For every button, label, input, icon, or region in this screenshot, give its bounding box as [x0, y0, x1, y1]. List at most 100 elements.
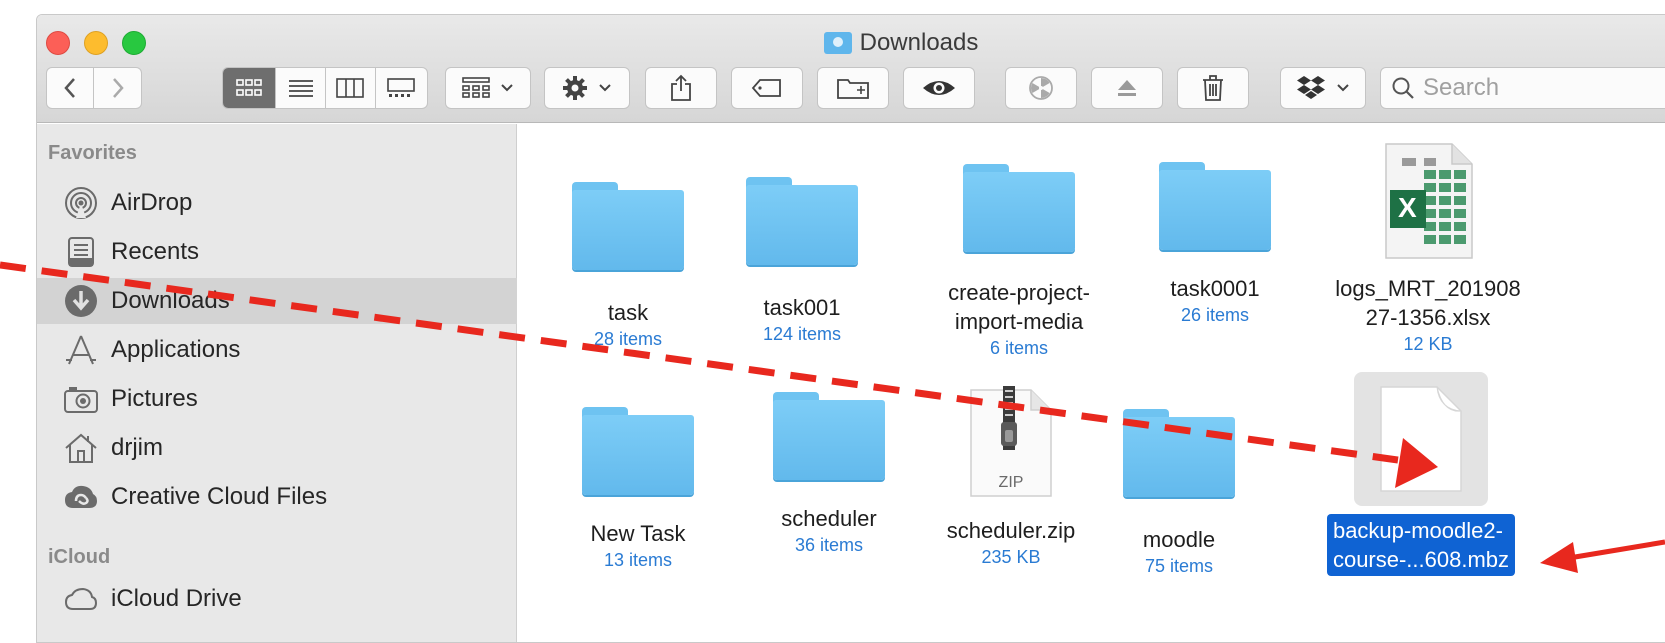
gear-icon [563, 76, 587, 100]
downloads-folder-icon [823, 32, 852, 54]
file-meta: 75 items [1144, 556, 1214, 576]
burn-button[interactable] [1005, 67, 1077, 109]
gallery-view-icon [387, 78, 416, 97]
sidebar-item-label: drjim [111, 434, 163, 461]
pictures-icon [63, 381, 99, 417]
excel-file-icon: X [1382, 142, 1474, 260]
file-name: moodle [1142, 527, 1216, 552]
file-name-selection: backup-moodle2- course-...608.mbz [1316, 514, 1526, 576]
file-item-task0001[interactable]: task0001 26 items [1115, 162, 1315, 327]
file-name: task001 [763, 295, 841, 320]
tag-button[interactable] [731, 67, 803, 109]
action-menu-button[interactable] [544, 67, 630, 109]
group-by-button[interactable] [445, 67, 531, 109]
sidebar: Favorites AirDrop Recents Downloads Appl… [37, 124, 517, 642]
folder-icon [773, 392, 885, 480]
window-title: Downloads [37, 29, 1665, 61]
selected-icon-highlight [1354, 372, 1488, 506]
search-field[interactable] [1380, 67, 1665, 109]
zip-file-icon: ZIP [967, 386, 1055, 498]
dropbox-button[interactable] [1280, 67, 1366, 109]
folder-icon [582, 407, 694, 495]
file-item-create-project-import-media[interactable]: create-project- import-media 6 items [919, 164, 1119, 360]
chevron-right-icon [112, 78, 124, 98]
sidebar-item-label: Pictures [111, 385, 198, 412]
list-view-icon [288, 80, 313, 97]
file-name-line-1: create-project- [948, 280, 1090, 305]
folder-icon [572, 182, 684, 270]
icon-view-button[interactable] [223, 68, 277, 108]
sidebar-item-icloud-drive[interactable]: iCloud Drive [37, 576, 517, 622]
recents-icon [63, 234, 99, 270]
file-name-line-2: 27-1356.xlsx [1365, 305, 1491, 330]
search-input[interactable] [1423, 74, 1665, 102]
new-folder-icon [837, 79, 869, 99]
file-meta: 13 items [603, 550, 673, 570]
file-item-scheduler[interactable]: scheduler 36 items [729, 392, 929, 557]
sidebar-item-creative-cloud[interactable]: Creative Cloud Files [37, 474, 517, 520]
creative-cloud-icon [63, 479, 99, 515]
eject-button[interactable] [1091, 67, 1163, 109]
favorites-heading: Favorites [48, 142, 137, 164]
file-item-logs-xlsx[interactable]: X logs_MRT_201908 27-1356.xlsx 12 KB [1328, 142, 1528, 356]
file-name-selected[interactable]: backup-moodle2- course-...608.mbz [1326, 514, 1516, 576]
folder-icon [1123, 409, 1235, 497]
file-item-task001[interactable]: task001 124 items [702, 177, 902, 346]
column-view-icon [336, 78, 365, 98]
tag-icon [751, 79, 781, 97]
icloud-heading: iCloud [48, 546, 111, 568]
column-view-button[interactable] [326, 68, 376, 108]
sidebar-item-downloads[interactable]: Downloads [37, 278, 517, 324]
airdrop-icon [63, 185, 99, 221]
sidebar-item-drjim[interactable]: drjim [37, 425, 517, 471]
icon-view-icon [236, 79, 263, 96]
sidebar-item-pictures[interactable]: Pictures [37, 376, 517, 422]
file-item-moodle[interactable]: moodle 75 items [1079, 409, 1279, 578]
sidebar-item-recents[interactable]: Recents [37, 229, 517, 275]
new-folder-button[interactable] [817, 67, 889, 109]
sidebar-item-airdrop[interactable]: AirDrop [37, 180, 517, 226]
file-name: task0001 [1170, 276, 1260, 301]
sidebar-item-label: Downloads [111, 287, 230, 314]
search-icon [1392, 77, 1414, 99]
sidebar-item-label: AirDrop [111, 189, 193, 216]
downloads-icon [63, 283, 99, 319]
sidebar-item-label: iCloud Drive [111, 585, 242, 612]
chevron-down-icon [599, 84, 611, 92]
back-button[interactable] [47, 68, 95, 108]
chevron-down-icon [501, 84, 513, 92]
folder-icon [1159, 162, 1271, 250]
folder-icon [746, 177, 858, 265]
zip-badge-text: ZIP [998, 474, 1024, 491]
file-item-new-task[interactable]: New Task 13 items [538, 407, 738, 572]
home-icon [63, 430, 99, 466]
view-mode-group [222, 67, 428, 109]
share-button[interactable] [645, 67, 717, 109]
share-icon [671, 74, 691, 101]
sidebar-item-label: Creative Cloud Files [111, 483, 328, 510]
file-name: task [607, 300, 649, 325]
file-item-task[interactable]: task 28 items [528, 182, 728, 351]
gallery-view-button[interactable] [376, 68, 427, 108]
trash-button[interactable] [1177, 67, 1249, 109]
eject-icon [1118, 80, 1136, 96]
folder-icon [963, 164, 1075, 252]
file-name-line-2: import-media [954, 309, 1084, 334]
file-icon-grid: task 28 items task001 124 items create-p… [518, 124, 1665, 642]
quick-look-button[interactable] [903, 67, 975, 109]
sidebar-item-applications[interactable]: Applications [37, 327, 517, 373]
file-meta: 12 KB [1403, 334, 1453, 354]
file-name-line-1: backup-moodle2- [1332, 518, 1503, 543]
file-meta: 36 items [794, 535, 864, 555]
file-item-backup-mbz[interactable]: backup-moodle2- course-...608.mbz [1316, 372, 1526, 576]
list-view-button[interactable] [276, 68, 326, 108]
document-icon [1380, 386, 1462, 492]
eye-icon [923, 81, 955, 95]
file-meta: 6 items [989, 338, 1049, 358]
file-meta: 124 items [762, 324, 842, 344]
file-meta: 28 items [593, 329, 663, 349]
forward-button[interactable] [94, 68, 141, 108]
dropbox-icon [1297, 76, 1325, 99]
file-meta: 26 items [1180, 305, 1250, 325]
excel-badge-text: X [1398, 192, 1417, 223]
